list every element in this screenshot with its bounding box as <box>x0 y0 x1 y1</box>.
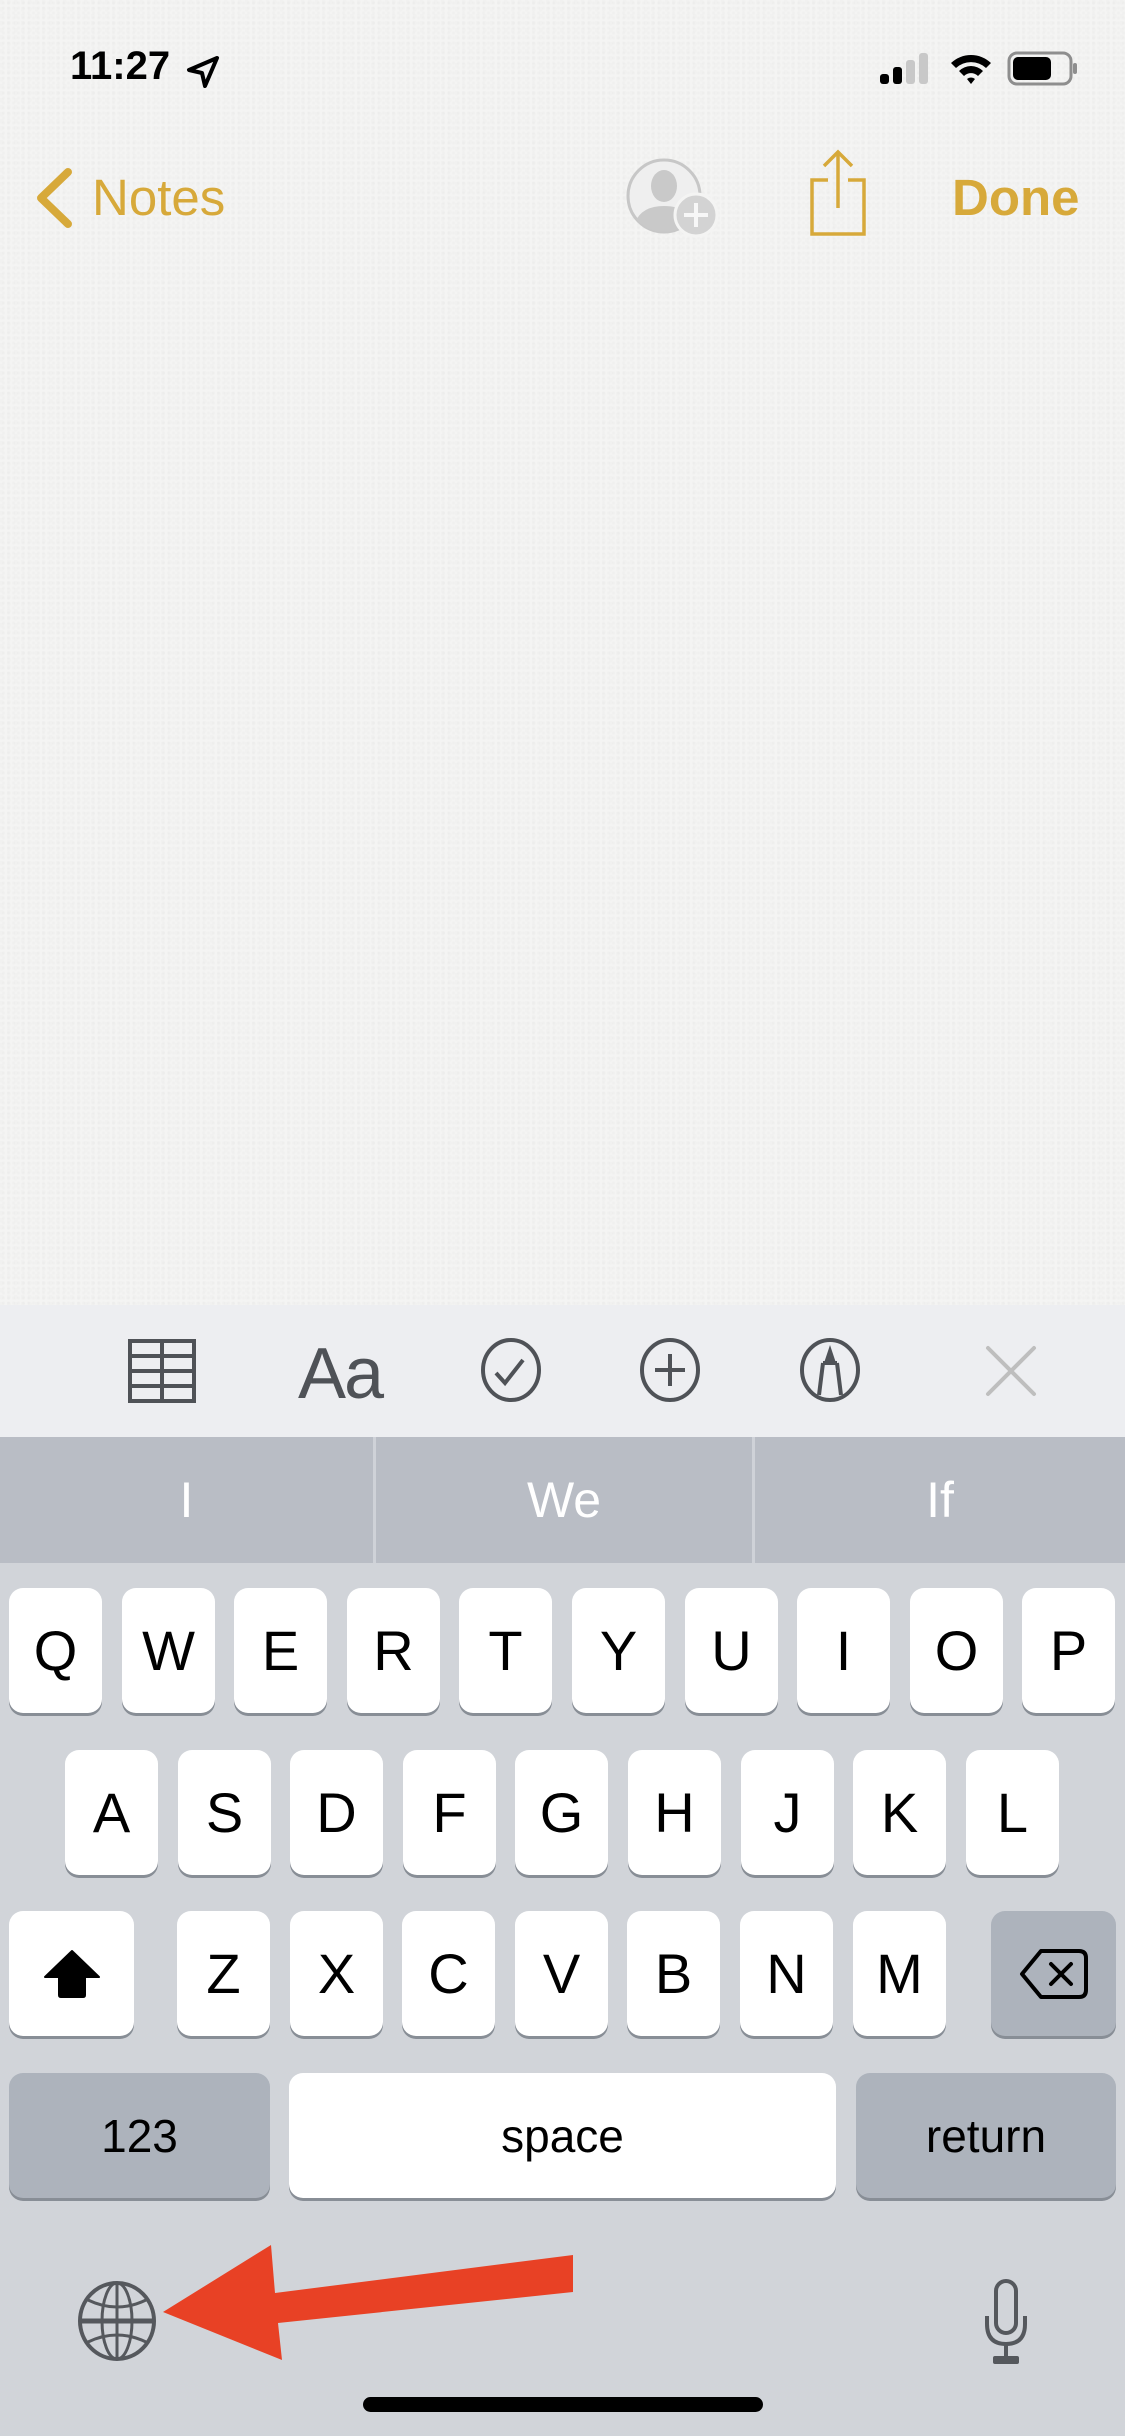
key-d[interactable]: D <box>290 1750 383 1875</box>
delete-backward-icon <box>1019 1948 1088 1999</box>
wifi-icon <box>951 55 991 84</box>
add-person-icon[interactable] <box>618 150 722 246</box>
location-arrow-icon <box>187 56 219 88</box>
plus-circle-icon[interactable] <box>637 1337 703 1403</box>
key-m[interactable]: M <box>853 1911 946 2036</box>
return-key[interactable]: return <box>856 2073 1116 2198</box>
key-r[interactable]: R <box>347 1588 440 1713</box>
key-c[interactable]: C <box>402 1911 495 2036</box>
signal-bar <box>880 74 889 84</box>
microphone-icon[interactable] <box>983 2278 1029 2368</box>
key-s[interactable]: S <box>178 1750 271 1875</box>
key-e[interactable]: E <box>234 1588 327 1713</box>
key-l[interactable]: L <box>966 1750 1059 1875</box>
key-f[interactable]: F <box>403 1750 496 1875</box>
key-b[interactable]: B <box>627 1911 720 2036</box>
prediction-item[interactable]: We <box>376 1437 752 1563</box>
key-q[interactable]: Q <box>9 1588 102 1713</box>
shift-key[interactable] <box>9 1911 134 2036</box>
shift-arrow-icon <box>43 1949 100 1998</box>
delete-key[interactable] <box>991 1911 1116 2036</box>
key-h[interactable]: H <box>628 1750 721 1875</box>
done-button[interactable]: Done <box>952 168 1080 227</box>
key-t[interactable]: T <box>459 1588 552 1713</box>
back-label[interactable]: Notes <box>92 168 225 227</box>
key-o[interactable]: O <box>910 1588 1003 1713</box>
close-icon[interactable] <box>985 1345 1037 1397</box>
globe-icon[interactable] <box>76 2280 158 2362</box>
format-text-button[interactable]: Aa <box>298 1333 384 1415</box>
markup-pen-icon[interactable] <box>797 1337 863 1403</box>
signal-bar <box>906 60 915 84</box>
key-i[interactable]: I <box>797 1588 890 1713</box>
signal-bar <box>919 53 928 84</box>
key-p[interactable]: P <box>1022 1588 1115 1713</box>
key-w[interactable]: W <box>122 1588 215 1713</box>
chevron-left-icon <box>37 168 72 228</box>
key-u[interactable]: U <box>685 1588 778 1713</box>
signal-bar <box>893 67 902 84</box>
prediction-item[interactable]: I <box>0 1437 373 1563</box>
status-time: 11:27 <box>70 44 171 88</box>
key-n[interactable]: N <box>740 1911 833 2036</box>
key-y[interactable]: Y <box>572 1588 665 1713</box>
key-a[interactable]: A <box>65 1750 158 1875</box>
predictive-text-bar: I We If <box>0 1437 1125 1563</box>
space-key[interactable]: space <box>289 2073 836 2198</box>
prediction-item[interactable]: If <box>755 1437 1125 1563</box>
table-icon[interactable] <box>127 1338 197 1404</box>
key-z[interactable]: Z <box>177 1911 270 2036</box>
numbers-key[interactable]: 123 <box>9 2073 270 2198</box>
key-k[interactable]: K <box>853 1750 946 1875</box>
key-j[interactable]: J <box>741 1750 834 1875</box>
key-x[interactable]: X <box>290 1911 383 2036</box>
home-indicator <box>363 2397 763 2412</box>
signal-strength-icon <box>880 53 928 84</box>
annotation-arrow <box>163 2245 573 2360</box>
key-g[interactable]: G <box>515 1750 608 1875</box>
checklist-icon[interactable] <box>478 1337 544 1403</box>
share-icon[interactable] <box>806 148 870 238</box>
key-v[interactable]: V <box>515 1911 608 2036</box>
battery-icon <box>1007 51 1077 86</box>
